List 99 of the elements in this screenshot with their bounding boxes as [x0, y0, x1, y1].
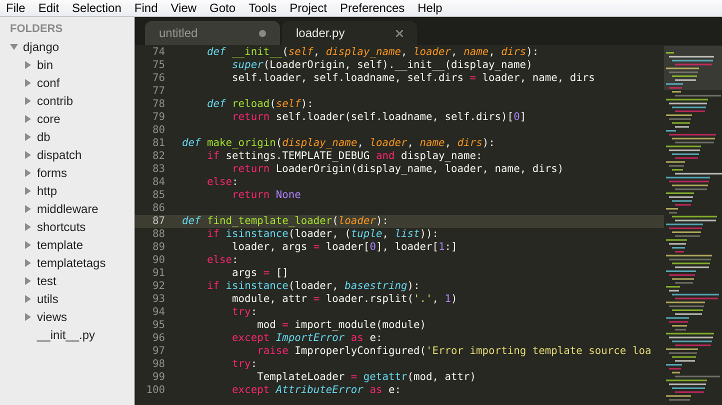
line-number: 78 [151, 99, 165, 110]
folder-name[interactable]: core [37, 110, 60, 128]
line-number: 80 [151, 125, 165, 136]
collapsed-triangle-icon[interactable] [24, 169, 32, 177]
collapsed-triangle-icon[interactable] [24, 187, 32, 195]
folder-name[interactable]: bin [37, 56, 54, 74]
line-number: 92 [151, 281, 165, 292]
collapsed-triangle-icon[interactable] [24, 115, 32, 123]
code-line: except AttributeError as e: [231, 385, 401, 396]
menu-item[interactable]: View [170, 2, 197, 14]
code-line: return self.loader(self.loadname, self.dirs)[0] [231, 112, 526, 123]
collapsed-triangle-icon[interactable] [24, 295, 32, 303]
menu-item[interactable]: Find [134, 2, 158, 14]
line-number: 83 [151, 164, 165, 175]
folder-name[interactable]: http [37, 182, 58, 200]
line-number: 85 [151, 190, 165, 201]
collapsed-triangle-icon[interactable] [24, 241, 32, 249]
menu-item[interactable]: Edit [38, 2, 60, 14]
line-number: 90 [151, 255, 165, 266]
file-name[interactable]: __init__.py [37, 326, 96, 344]
code-line: module, attr = loader.rsplit('.', 1) [231, 294, 458, 305]
folder-name[interactable]: dispatch [37, 146, 82, 164]
code-line: self.loader, self.loadname, self.dirs = loader, name, dirs [231, 73, 595, 84]
code-line: def __init__(self, display_name, loader, name, dirs): [206, 47, 539, 58]
expanded-triangle-icon[interactable] [10, 43, 18, 51]
line-number: 94 [151, 307, 165, 318]
line-number: 84 [151, 177, 165, 188]
folder-name[interactable]: shortcuts [37, 218, 86, 236]
collapsed-triangle-icon[interactable] [24, 313, 32, 321]
collapsed-triangle-icon[interactable] [24, 61, 32, 69]
code-line: args = [] [231, 268, 288, 279]
folder-name[interactable]: contrib [37, 92, 74, 110]
sidebar-header: FOLDERS [10, 22, 64, 37]
folder-name[interactable]: views [37, 308, 68, 326]
code-line: loader, args = loader[0], loader[1:] [232, 242, 458, 253]
folder-name[interactable]: templatetags [37, 254, 106, 272]
folder-name[interactable]: template [37, 236, 84, 254]
menu-item[interactable]: Project [290, 2, 327, 14]
folder-name[interactable]: forms [37, 164, 67, 182]
line-number: 81 [151, 138, 165, 149]
menu-item[interactable]: Tools [248, 2, 277, 14]
line-number: 93 [151, 294, 165, 305]
collapsed-triangle-icon[interactable] [24, 223, 32, 231]
line-number: 87 [151, 216, 165, 227]
line-number: 96 [151, 333, 165, 344]
code-line: if settings.TEMPLATE_DEBUG and display_name: [206, 151, 482, 162]
line-number: 88 [151, 229, 165, 240]
line-number: 86 [151, 203, 165, 214]
code-line: try: [231, 307, 258, 318]
collapsed-triangle-icon[interactable] [24, 133, 32, 141]
line-number: 74 [151, 47, 165, 58]
code-line: try: [231, 359, 258, 370]
line-number: 97 [151, 346, 165, 357]
code-line: else: [206, 177, 238, 188]
folder-name[interactable]: utils [37, 290, 58, 308]
collapsed-triangle-icon[interactable] [24, 205, 32, 213]
line-number: 99 [151, 372, 165, 383]
code-line: mod = import_module(module) [256, 320, 426, 331]
line-number: 76 [151, 73, 165, 84]
code-line: TemplateLoader = getattr(mod, attr) [256, 372, 476, 383]
editor-tab[interactable]: loader.py [282, 21, 417, 45]
menu-item[interactable]: Goto [210, 2, 236, 14]
menu-item[interactable]: Help [418, 2, 442, 14]
code-line: return None [231, 190, 301, 201]
collapsed-triangle-icon[interactable] [24, 97, 32, 105]
line-number: 75 [151, 60, 165, 71]
editor-tab[interactable]: untitled [145, 21, 280, 45]
folder-name[interactable]: db [37, 128, 50, 146]
collapsed-triangle-icon[interactable] [24, 259, 32, 267]
line-number: 89 [151, 242, 165, 253]
menu-item[interactable]: File [6, 2, 26, 14]
collapsed-triangle-icon[interactable] [24, 79, 32, 87]
code-line: return LoaderOrigin(display_name, loader, name, dirs) [232, 164, 564, 175]
collapsed-triangle-icon[interactable] [24, 277, 32, 285]
code-line: else: [206, 255, 238, 266]
code-line: raise ImproperlyConfigured('Error importing template source loa [256, 346, 652, 357]
collapsed-triangle-icon[interactable] [24, 151, 32, 159]
code-line: if isinstance(loader, (tuple, list)): [206, 229, 439, 240]
line-number: 79 [151, 112, 165, 123]
line-number: 95 [151, 320, 165, 331]
line-number: 98 [151, 359, 165, 370]
menu-item[interactable]: Selection [72, 2, 122, 14]
modified-dot-icon [259, 30, 266, 36]
line-number: 82 [151, 151, 165, 162]
line-number: 100 [145, 385, 165, 396]
code-line: except ImportError as e: [231, 333, 382, 344]
folder-name[interactable]: middleware [37, 200, 98, 218]
line-number: 77 [151, 86, 165, 97]
code-line: def reload(self): [206, 99, 314, 110]
code-line: if isinstance(loader, basestring): [206, 281, 420, 292]
close-icon[interactable] [396, 30, 403, 36]
code-line: def find_template_loader(loader): [182, 216, 388, 227]
folder-name[interactable]: test [37, 272, 56, 290]
code-line: super(LoaderOrigin, self).__init__(display_name) [231, 60, 532, 71]
line-number: 91 [151, 268, 165, 279]
folder-name[interactable]: conf [37, 74, 60, 92]
menu-item[interactable]: Preferences [340, 2, 405, 14]
folder-name[interactable]: django [23, 38, 60, 56]
code-line: def make_origin(display_name, loader, name, dirs): [182, 138, 495, 149]
